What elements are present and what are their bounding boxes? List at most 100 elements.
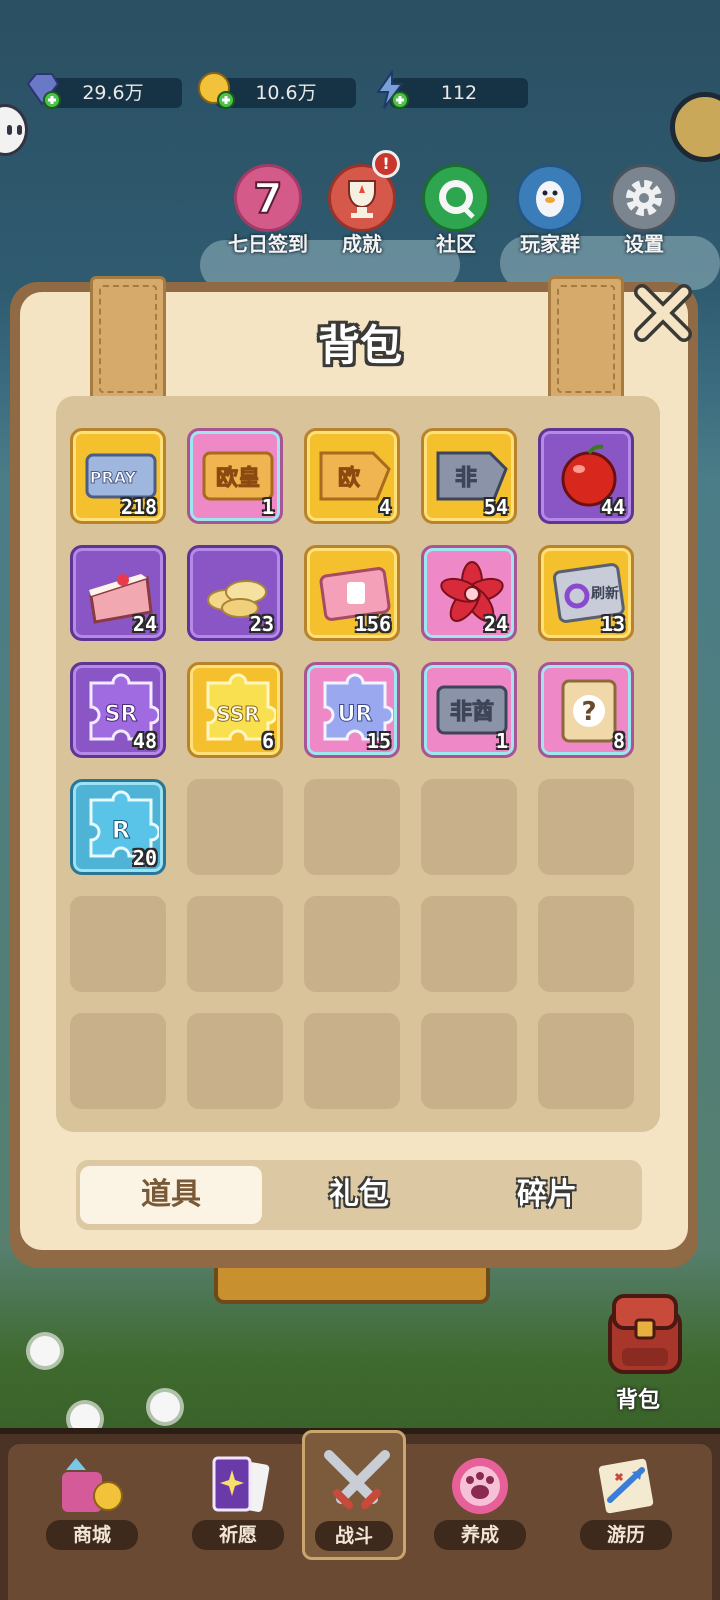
- inventory-item-ssr-puzzle[interactable]: SSR 6: [187, 662, 283, 758]
- inventory-item-mystery-pack[interactable]: ? 8: [538, 662, 634, 758]
- nav-label: 商城: [46, 1520, 138, 1550]
- nav-shop[interactable]: 商城: [32, 1438, 152, 1558]
- item-label: 欧: [338, 465, 360, 491]
- menu-player-group[interactable]: 玩家群: [502, 160, 598, 256]
- empty-slot: [304, 1013, 400, 1109]
- inventory-item-flower-token[interactable]: 24: [421, 545, 517, 641]
- inventory-item-ur-puzzle[interactable]: UR 15: [304, 662, 400, 758]
- item-label: R: [112, 816, 130, 844]
- nav-label: 战斗: [315, 1521, 393, 1551]
- stage-plank: [214, 1264, 490, 1304]
- decorative-flower: [150, 1392, 180, 1422]
- item-label: SR: [105, 702, 138, 727]
- inventory-item-sr-puzzle[interactable]: SR 48: [70, 662, 166, 758]
- inventory-item-feiqiu-ticket[interactable]: 非酋 1: [421, 662, 517, 758]
- inventory-item-gacha-ticket[interactable]: 156: [304, 545, 400, 641]
- empty-slot: [304, 779, 400, 875]
- alert-badge: !: [372, 150, 400, 178]
- seven-day-icon: 7: [234, 164, 302, 232]
- tab-items[interactable]: 道具: [80, 1166, 262, 1224]
- inventory-item-chips[interactable]: 23: [187, 545, 283, 641]
- empty-slot: [304, 896, 400, 992]
- nav-label: 祈愿: [192, 1520, 284, 1550]
- inventory-item-refresh-card[interactable]: 刷新 13: [538, 545, 634, 641]
- empty-slot: [421, 779, 517, 875]
- close-button[interactable]: [630, 280, 696, 346]
- gem-counter: 29.6万: [44, 78, 182, 108]
- item-count: 8: [612, 729, 625, 753]
- backpack-icon: [608, 1294, 682, 1374]
- item-label: UR: [338, 702, 373, 727]
- item-count: 44: [600, 495, 625, 519]
- coin-counter: 10.6万: [216, 78, 356, 108]
- panel-title: 背包: [317, 321, 402, 370]
- menu-settings[interactable]: 设置: [596, 160, 692, 256]
- inventory-item-cake[interactable]: 24: [70, 545, 166, 641]
- empty-slot: [538, 1013, 634, 1109]
- item-count: 218: [120, 495, 157, 519]
- item-count: 54: [483, 495, 508, 519]
- coin-value: 10.6万: [255, 82, 317, 104]
- backpack-label: 背包: [616, 1388, 661, 1413]
- inventory-item-r-puzzle[interactable]: R 20: [70, 779, 166, 875]
- menu-community[interactable]: 社区: [408, 160, 504, 256]
- nav-travel[interactable]: 游历: [566, 1438, 686, 1558]
- item-count: 15: [366, 729, 391, 753]
- empty-slot: [421, 896, 517, 992]
- travel-map-icon: [598, 1458, 654, 1514]
- paw-icon: [452, 1458, 508, 1514]
- empty-slot: [187, 1013, 283, 1109]
- item-label: 非: [455, 466, 477, 491]
- menu-achievements[interactable]: ! 成就: [314, 150, 410, 256]
- energy-value: 112: [440, 82, 478, 104]
- decorative-flower: [30, 1336, 60, 1366]
- item-count: 23: [249, 612, 274, 636]
- backpack-button[interactable]: [596, 1290, 694, 1380]
- inventory-item-ouhuang-fragment[interactable]: 欧4: [304, 428, 400, 524]
- gem-value: 29.6万: [82, 82, 144, 104]
- tab-gift-packs[interactable]: 礼包: [268, 1166, 450, 1224]
- shop-icon: [62, 1458, 123, 1512]
- crossed-swords-icon: [324, 1450, 390, 1509]
- chat-float-icon[interactable]: [0, 104, 28, 156]
- empty-slot: [538, 779, 634, 875]
- menu-seven-day-signin[interactable]: 7 七日签到: [220, 160, 316, 256]
- empty-slot: [187, 779, 283, 875]
- item-count: 4: [378, 495, 391, 519]
- item-count: 24: [483, 612, 508, 636]
- item-count: 48: [132, 729, 157, 753]
- empty-slot: [538, 896, 634, 992]
- empty-slot: [70, 896, 166, 992]
- energy-plus-icon[interactable]: [370, 68, 410, 110]
- item-label: SSR: [216, 702, 259, 726]
- nav-battle[interactable]: 战斗: [302, 1430, 406, 1560]
- nav-wish[interactable]: 祈愿: [178, 1438, 298, 1558]
- inventory-item-feiqiu-fragment[interactable]: 非 54: [421, 428, 517, 524]
- inventory-item-ouhuang-ticket[interactable]: 欧皇 1: [187, 428, 283, 524]
- close-icon: [634, 284, 692, 342]
- wish-cards-icon: [212, 1456, 270, 1512]
- gear-icon: [610, 164, 678, 232]
- inventory-item-pray-ticket[interactable]: PRAY 218: [70, 428, 166, 524]
- item-count: 6: [261, 729, 274, 753]
- item-label: 刷新: [591, 585, 619, 602]
- nav-label: 游历: [580, 1520, 672, 1550]
- svg-text:7: 7: [253, 174, 282, 223]
- empty-slot: [421, 1013, 517, 1109]
- item-count: 156: [354, 612, 391, 636]
- gem-plus-icon[interactable]: [22, 70, 62, 110]
- item-count: 13: [600, 612, 625, 636]
- coin-plus-icon[interactable]: [196, 70, 236, 110]
- item-count: 20: [132, 846, 157, 870]
- category-tabs: 道具 礼包 碎片: [76, 1160, 642, 1230]
- penguin-icon: [516, 164, 584, 232]
- event-float-icon[interactable]: [670, 92, 720, 162]
- tab-fragments[interactable]: 碎片: [456, 1166, 638, 1224]
- item-label: PRAY: [90, 468, 137, 487]
- inventory-item-apple[interactable]: 44: [538, 428, 634, 524]
- item-count: 1: [261, 495, 274, 519]
- nav-cultivate[interactable]: 养成: [420, 1438, 540, 1558]
- item-label: ?: [581, 697, 596, 727]
- item-count: 1: [495, 729, 508, 753]
- item-count: 24: [132, 612, 157, 636]
